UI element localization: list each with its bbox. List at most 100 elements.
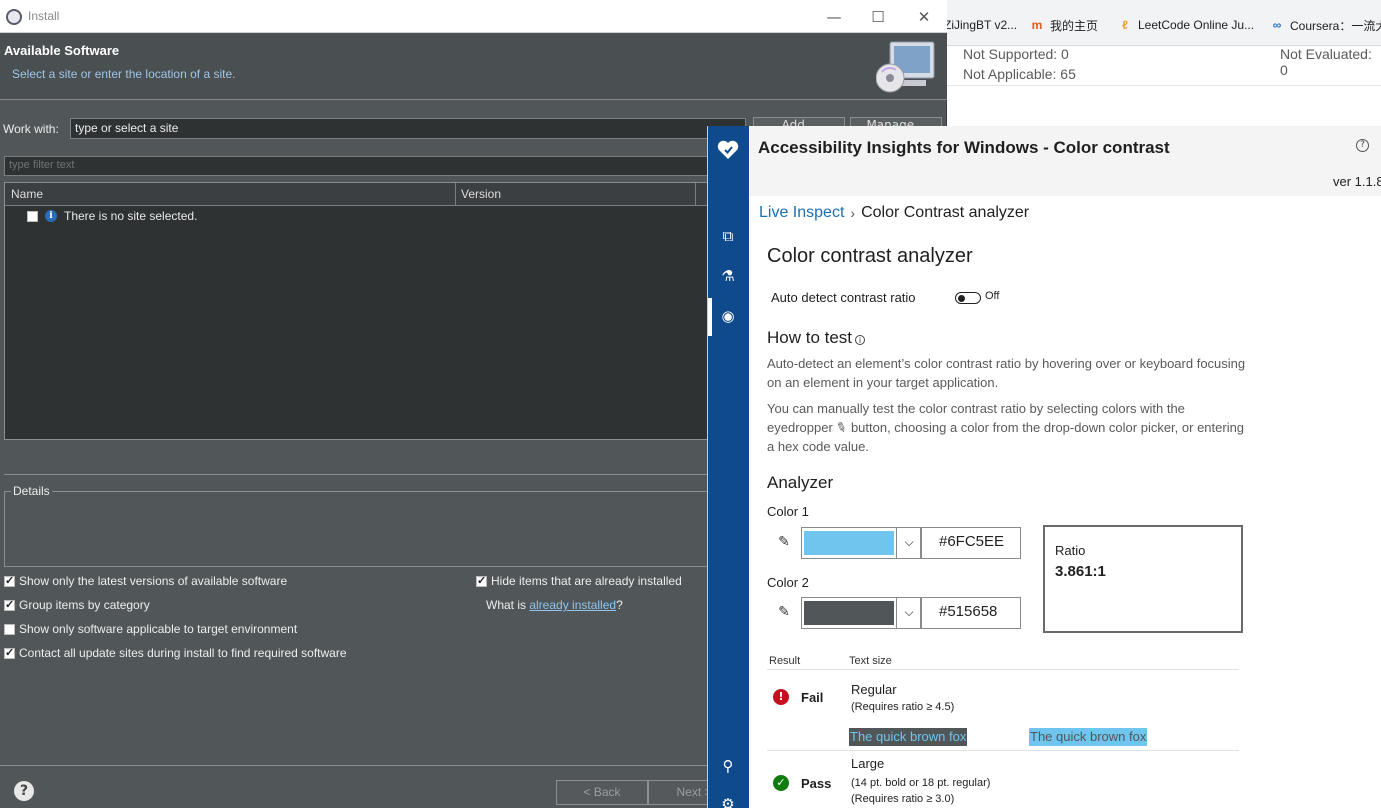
color2-picker[interactable]: ⌵ [801,597,921,629]
tree-row[interactable]: i There is no site selected. [27,209,197,223]
checkmark-icon: ✓ [773,775,789,791]
color1-label: Color 1 [767,504,809,519]
minimize-icon[interactable]: — [822,6,846,28]
page-title: Available Software [4,43,120,58]
details-splitter[interactable] [4,474,724,475]
pass-status: Pass [801,776,832,791]
chevron-right-icon: › [850,205,856,221]
active-nav-indicator [708,298,712,336]
details-group: Details [4,484,724,567]
install-monitor-icon [876,41,935,93]
eyedropper-icon[interactable]: ✎ [775,604,793,622]
auto-detect-label: Auto detect contrast ratio [771,290,916,305]
settings-gear-icon[interactable]: ⚙ [718,794,738,808]
sample-text-color1-on-color2: The quick brown fox [849,728,968,746]
work-with-combo[interactable]: type or select a site [70,118,746,139]
eyedropper-icon[interactable]: ✎ [775,534,793,552]
ratio-label: Ratio [1055,543,1086,558]
color2-hex-input[interactable]: #515658 [921,597,1021,629]
option-latest-versions[interactable]: Show only the latest versions of availab… [4,574,287,588]
ai-nav-rail: ⧉ ⚗ ◉ ⚲ ⚙ [708,126,749,808]
accessibility-insights-window: ⧉ ⚗ ◉ ⚲ ⚙ Accessibility Insights for Win… [707,126,1381,808]
maximize-icon[interactable]: ☐ [866,6,890,28]
bookmark-mooc[interactable]: m 我的主页 [1030,16,1098,34]
details-label: Details [11,484,52,498]
error-icon: ! [773,689,789,705]
breadcrumb-current: Color Contrast analyzer [861,204,1030,221]
close-icon[interactable]: ✕ [912,6,936,28]
help-icon[interactable]: ? [1356,139,1369,152]
contact-sites-checkbox[interactable] [4,646,15,659]
ratio-value: 3.861:1 [1055,563,1106,580]
how-to-test-heading: How to test i [767,328,866,348]
results-divider [767,669,1239,670]
page-subtitle: Select a site or enter the location of a… [12,67,236,81]
column-version[interactable]: Version [461,187,501,201]
not-applicable-stat: Not Applicable: 65 [963,66,1076,82]
info-icon: i [45,210,57,222]
breadcrumb-live-inspect[interactable]: Live Inspect [759,204,844,222]
color2-swatch [804,601,894,625]
tree-row-checkbox[interactable] [27,210,38,222]
what-is-installed: What is already installed ? [486,598,623,612]
ai-window-title: Accessibility Insights for Windows - Col… [758,138,1170,157]
large-size-label: Large [851,756,885,771]
install-window-title: Install [28,9,60,23]
how-to-test-text-1: Auto-detect an element’s color contrast … [767,356,1246,390]
color1-swatch [804,531,894,555]
browser-bookmarks-bar: ZiJingBT v2... m 我的主页 ℓ LeetCode Online … [940,0,1381,46]
latest-versions-checkbox[interactable] [4,574,15,587]
result-column-header: Result [769,655,801,667]
option-hide-installed[interactable]: Hide items that are already installed [476,574,682,588]
chevron-down-icon[interactable]: ⌵ [896,598,921,628]
tree-row-message: There is no site selected. [64,209,198,223]
color1-hex-input[interactable]: #6FC5EE [921,527,1021,559]
connect-icon[interactable]: ⚲ [718,756,738,776]
bookmark-coursera[interactable]: ∞ Coursera：一流大 [1270,16,1381,34]
test-flask-icon[interactable]: ⚗ [718,266,738,286]
column-divider [695,183,696,206]
group-by-category-checkbox[interactable] [4,598,15,611]
help-icon[interactable]: ? [14,781,34,801]
column-name[interactable]: Name [11,187,43,201]
bookmark-zijing[interactable]: ZiJingBT v2... [944,16,1017,34]
back-button[interactable]: < Back [556,780,648,805]
accessibility-insights-logo-icon [717,140,739,159]
option-contact-sites[interactable]: Contact all update sites during install … [4,646,347,660]
install-header: Available Software Select a site or ente… [0,34,947,100]
text-size-column-header: Text size [849,655,892,667]
sample-text-color2-on-color1: The quick brown fox [1029,728,1148,746]
filter-input[interactable]: type filter text [4,156,724,176]
analyzer-heading: Analyzer [767,473,834,492]
already-installed-link[interactable]: already installed [529,598,616,612]
eyedropper-inline-icon: ✎ [834,418,850,437]
how-to-test-text-2: You can manually test the color contrast… [767,401,1245,454]
mooc-icon: m [1031,18,1043,32]
results-divider [767,750,1239,751]
live-inspect-icon[interactable]: ⧉ [718,226,738,246]
option-applicable-only[interactable]: Show only software applicable to target … [4,622,297,636]
work-with-label: Work with: [3,122,59,136]
large-requirement: (14 pt. bold or 18 pt. regular) (Require… [851,777,991,805]
bookmark-leetcode[interactable]: ℓ LeetCode Online Ju... [1118,16,1254,34]
eclipse-icon [6,9,22,25]
info-icon[interactable]: i [855,334,866,345]
auto-detect-toggle[interactable] [955,292,981,304]
ai-titlebar [749,126,1381,196]
software-tree[interactable]: Name Version i There is no site selected… [4,182,724,440]
option-group-by-category[interactable]: Group items by category [4,598,150,612]
regular-size-label: Regular [851,682,897,697]
color-palette-icon[interactable]: ◉ [718,306,738,326]
hide-installed-checkbox[interactable] [476,574,487,587]
install-titlebar: Install — ☐ ✕ [0,0,947,33]
coursera-icon: ∞ [1272,18,1282,32]
color1-picker[interactable]: ⌵ [801,527,921,559]
page-title: Color contrast analyzer [767,245,973,267]
chevron-down-icon[interactable]: ⌵ [896,528,921,558]
not-supported-stat: Not Supported: 0 [963,46,1069,62]
auto-detect-state: Off [985,290,1000,302]
applicable-only-checkbox[interactable] [4,623,15,635]
color2-label: Color 2 [767,575,809,590]
column-divider [455,183,456,206]
leetcode-icon: ℓ [1122,18,1128,32]
